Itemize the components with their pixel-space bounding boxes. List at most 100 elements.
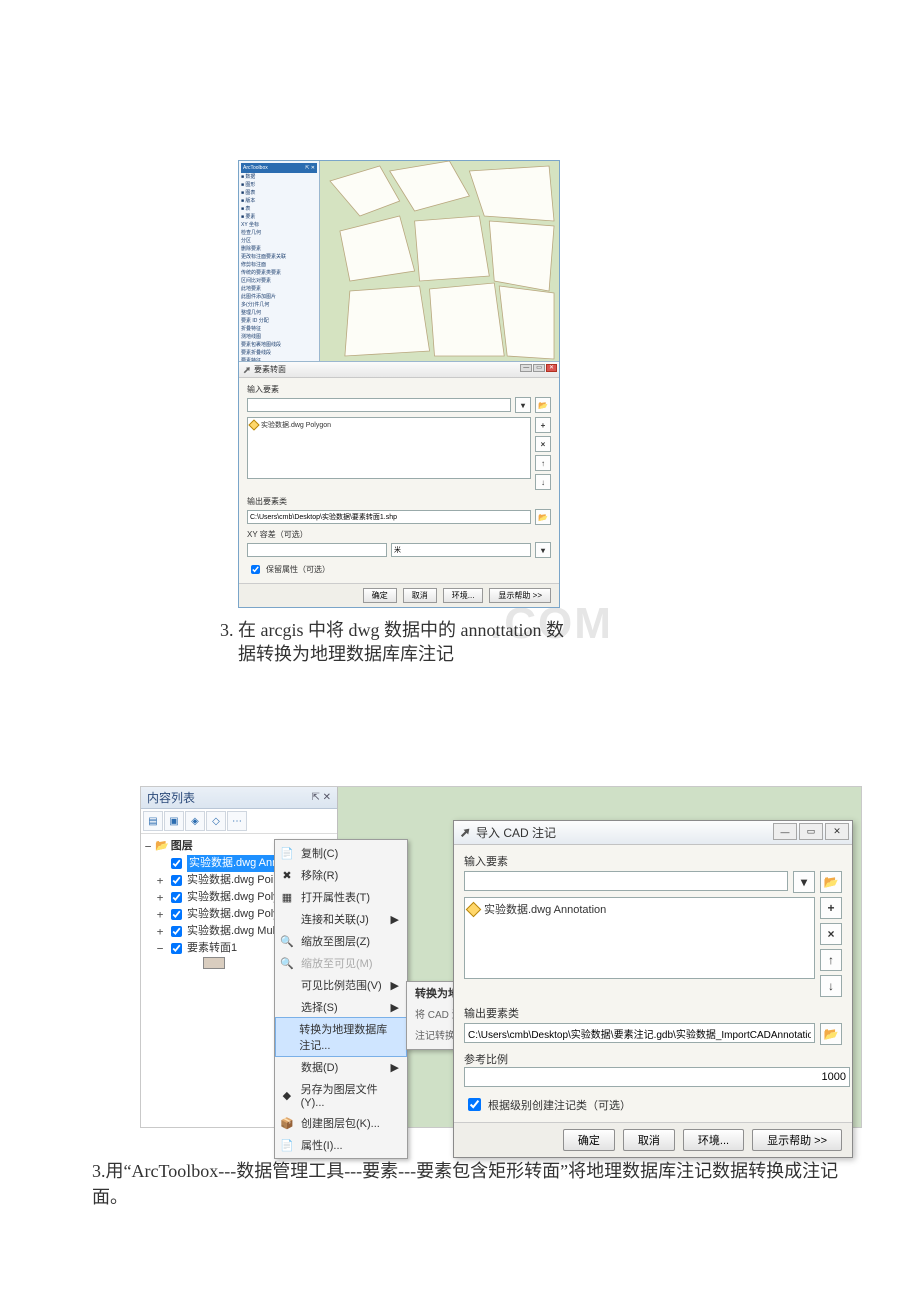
list-item[interactable]: 实验数据.dwg Annotation [468, 901, 811, 917]
list-by-selection-icon[interactable]: ◇ [206, 811, 226, 831]
context-menu-item[interactable]: 转换为地理数据库注记... [275, 1017, 407, 1057]
toolbox-tree-item[interactable]: ■ 图形 [241, 181, 317, 189]
context-menu-item[interactable]: ✖移除(R) [275, 864, 407, 886]
cad-input-combo[interactable] [464, 871, 788, 891]
toolbox-tree-item[interactable]: 删除要素 [241, 245, 317, 253]
toolbox-tree-item[interactable]: 检查几何 [241, 229, 317, 237]
list-by-drawing-icon[interactable]: ▤ [143, 811, 163, 831]
move-up-button[interactable]: ↑ [820, 949, 842, 971]
toc-options-icon[interactable]: ⋯ [227, 811, 247, 831]
toolbox-tree-item[interactable]: ■ 图表 [241, 189, 317, 197]
toolbox-tree-item[interactable]: ■ 数据 [241, 173, 317, 181]
input-dropdown-button[interactable]: ▾ [515, 397, 531, 413]
toolbox-tree-item[interactable]: 修剪标注面 [241, 261, 317, 269]
context-menu-item[interactable]: 📦创建图层包(K)... [275, 1112, 407, 1134]
input-features-combo[interactable] [247, 398, 511, 412]
layer-visibility-checkbox[interactable] [171, 875, 182, 886]
toolbox-tree-item[interactable]: 要素包裹地图线段 [241, 341, 317, 349]
toolbox-tree-item[interactable]: 此地要素 [241, 285, 317, 293]
context-menu-item[interactable]: 连接和关联(J)▶ [275, 908, 407, 930]
toolbox-tree-item[interactable]: 要素特征 [241, 357, 317, 361]
close-button[interactable]: ✕ [546, 364, 557, 372]
map-canvas[interactable] [320, 161, 559, 361]
input-features-list[interactable]: 实验数据.dwg Polygon [247, 417, 531, 479]
toolbox-tree-item[interactable]: ■ 表 [241, 205, 317, 213]
ok-button[interactable]: 确定 [563, 1129, 615, 1151]
toolbox-tree-item[interactable]: 要素 ID 分配 [241, 317, 317, 325]
context-menu-item: 🔍缩放至可见(M) [275, 952, 407, 974]
menu-item-label: 移除(R) [301, 867, 338, 883]
toolbox-tree-item[interactable]: ■ 要素 [241, 213, 317, 221]
pin-icon[interactable]: ⇱ ✕ [305, 164, 315, 172]
context-menu-item[interactable]: ◆另存为图层文件(Y)... [275, 1078, 407, 1112]
context-menu-item[interactable]: 📄复制(C) [275, 842, 407, 864]
dialog-titlebar[interactable]: 要素转面 — ▭ ✕ [239, 362, 559, 378]
remove-button[interactable]: × [535, 436, 551, 452]
cad-output-browse-button[interactable]: 📂 [820, 1023, 842, 1045]
cad-output-path-input[interactable] [464, 1023, 815, 1043]
toolbox-tree-item[interactable]: 分区 [241, 237, 317, 245]
keep-attributes-checkbox[interactable] [251, 565, 260, 574]
context-menu-item[interactable]: 🔍缩放至图层(Z) [275, 930, 407, 952]
list-by-visibility-icon[interactable]: ◈ [185, 811, 205, 831]
layer-visibility-checkbox[interactable] [171, 858, 182, 869]
toolbox-tree-item[interactable]: 要素折叠线段 [241, 349, 317, 357]
context-menu-item[interactable]: ▦打开属性表(T) [275, 886, 407, 908]
xy-unit-dropdown-button[interactable]: ▾ [535, 542, 551, 558]
toolbox-tree-item[interactable]: 区间比对要素 [241, 277, 317, 285]
input-browse-button[interactable]: 📂 [535, 397, 551, 413]
layer-visibility-checkbox[interactable] [171, 909, 182, 920]
output-browse-button[interactable]: 📂 [535, 509, 551, 525]
toolbox-tree-item[interactable]: 传统的要素类要素 [241, 269, 317, 277]
toolbox-tree-item[interactable]: 更改标注面要素关联 [241, 253, 317, 261]
context-menu-item[interactable]: 数据(D)▶ [275, 1056, 407, 1078]
env-button[interactable]: 环境... [443, 588, 484, 603]
maximize-button[interactable]: ▭ [799, 823, 823, 840]
toolbox-tree-item[interactable]: 此图件添加图片 [241, 293, 317, 301]
toc-header[interactable]: 内容列表 ⇱ ✕ [141, 787, 337, 809]
context-menu-item[interactable]: 📄属性(I)... [275, 1134, 407, 1156]
move-down-button[interactable]: ↓ [820, 975, 842, 997]
layer-visibility-checkbox[interactable] [171, 943, 182, 954]
layer-visibility-checkbox[interactable] [171, 892, 182, 903]
help-button[interactable]: 显示帮助 >> [489, 588, 551, 603]
move-up-button[interactable]: ↑ [535, 455, 551, 471]
layer-visibility-checkbox[interactable] [171, 926, 182, 937]
layers-root[interactable]: 图层 [171, 838, 193, 855]
close-button[interactable]: ✕ [825, 823, 849, 840]
cancel-button[interactable]: 取消 [623, 1129, 675, 1151]
xy-unit-select[interactable] [391, 543, 531, 557]
cad-input-dropdown-button[interactable]: ▾ [793, 871, 815, 893]
context-menu-item[interactable]: 可见比例范围(V)▶ [275, 974, 407, 996]
toolbox-tree-item[interactable]: 折叠特征 [241, 325, 317, 333]
cancel-button[interactable]: 取消 [403, 588, 437, 603]
add-button[interactable]: + [820, 897, 842, 919]
arctoolbox-tree[interactable]: ArcToolbox⇱ ✕ ■ 数据■ 图形■ 图表■ 版本■ 表■ 要素 XY… [239, 161, 320, 361]
env-button[interactable]: 环境... [683, 1129, 744, 1151]
output-path-input[interactable] [247, 510, 531, 524]
list-by-source-icon[interactable]: ▣ [164, 811, 184, 831]
cad-input-list[interactable]: 实验数据.dwg Annotation [464, 897, 815, 979]
create-anno-class-checkbox[interactable] [468, 1098, 481, 1111]
add-button[interactable]: + [535, 417, 551, 433]
ref-scale-input[interactable] [464, 1067, 850, 1087]
cad-input-browse-button[interactable]: 📂 [820, 871, 842, 893]
xy-tolerance-input[interactable] [247, 543, 387, 557]
move-down-button[interactable]: ↓ [535, 474, 551, 490]
toolbox-tree-item[interactable]: 测地线图 [241, 333, 317, 341]
list-item[interactable]: 实验数据.dwg Polygon [250, 420, 528, 430]
layer-context-menu[interactable]: 📄复制(C)✖移除(R)▦打开属性表(T)连接和关联(J)▶🔍缩放至图层(Z)🔍… [274, 839, 408, 1159]
toolbox-tree-item[interactable]: ■ 版本 [241, 197, 317, 205]
toolbox-tree-item[interactable]: 整理几何 [241, 309, 317, 317]
toolbox-tree-item[interactable]: XY 坐标 [241, 221, 317, 229]
minimize-button[interactable]: — [773, 823, 797, 840]
minimize-button[interactable]: — [520, 364, 532, 372]
maximize-button[interactable]: ▭ [533, 364, 545, 372]
toolbox-tree-item[interactable]: 多(分)件几何 [241, 301, 317, 309]
ok-button[interactable]: 确定 [363, 588, 397, 603]
remove-button[interactable]: × [820, 923, 842, 945]
help-button[interactable]: 显示帮助 >> [752, 1129, 842, 1151]
context-menu-item[interactable]: 选择(S)▶ [275, 996, 407, 1018]
toc-pin-close[interactable]: ⇱ ✕ [311, 792, 331, 803]
cad-dialog-titlebar[interactable]: 导入 CAD 注记 — ▭ ✕ [454, 821, 852, 845]
